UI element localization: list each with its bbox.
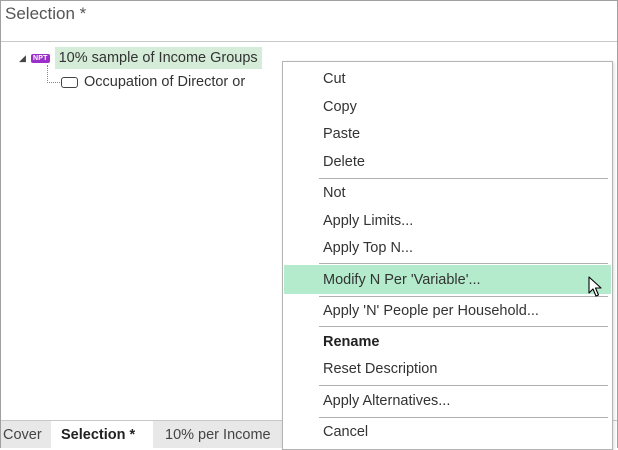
menu-item-delete[interactable]: Delete bbox=[284, 148, 611, 175]
tab-selection[interactable]: Selection * bbox=[51, 421, 163, 448]
menu-item-apply-limits[interactable]: Apply Limits... bbox=[284, 207, 611, 234]
tab-cover[interactable]: Cover bbox=[1, 421, 52, 448]
menu-separator bbox=[319, 385, 608, 386]
menu-item-not[interactable]: Not bbox=[284, 179, 611, 206]
menu-item-apply-top-n[interactable]: Apply Top N... bbox=[284, 234, 611, 261]
menu-item-apply-n-people-per-household[interactable]: Apply 'N' People per Household... bbox=[284, 297, 611, 324]
menu-item-apply-alternatives[interactable]: Apply Alternatives... bbox=[284, 387, 611, 414]
menu-item-reset-description[interactable]: Reset Description bbox=[284, 355, 611, 382]
menu-item-paste[interactable]: Paste bbox=[284, 120, 611, 147]
menu-separator bbox=[319, 326, 608, 327]
npt-icon: NPT bbox=[31, 53, 50, 63]
mouse-pointer-icon bbox=[588, 276, 602, 297]
menu-item-modify-n-per-variable[interactable]: Modify N Per 'Variable'... bbox=[284, 265, 611, 294]
tree-node-root-label[interactable]: 10% sample of Income Groups bbox=[54, 47, 262, 69]
collapse-triangle-icon[interactable]: ◢ bbox=[19, 53, 29, 64]
tree-node-child[interactable]: Occupation of Director or bbox=[47, 71, 245, 93]
menu-separator bbox=[319, 263, 608, 264]
context-menu: Cut Copy Paste Delete Not Apply Limits..… bbox=[282, 61, 613, 450]
menu-item-rename[interactable]: Rename bbox=[284, 328, 611, 355]
panel-title: Selection * bbox=[5, 4, 87, 23]
menu-item-copy[interactable]: Copy bbox=[284, 93, 611, 120]
tree-node-child-label[interactable]: Occupation of Director or bbox=[84, 74, 245, 90]
menu-item-cut[interactable]: Cut bbox=[284, 65, 611, 92]
tab-10-per-income[interactable]: 10% per Income bbox=[153, 421, 295, 448]
rounded-rectangle-icon bbox=[61, 76, 78, 88]
menu-item-cancel[interactable]: Cancel bbox=[284, 418, 611, 445]
